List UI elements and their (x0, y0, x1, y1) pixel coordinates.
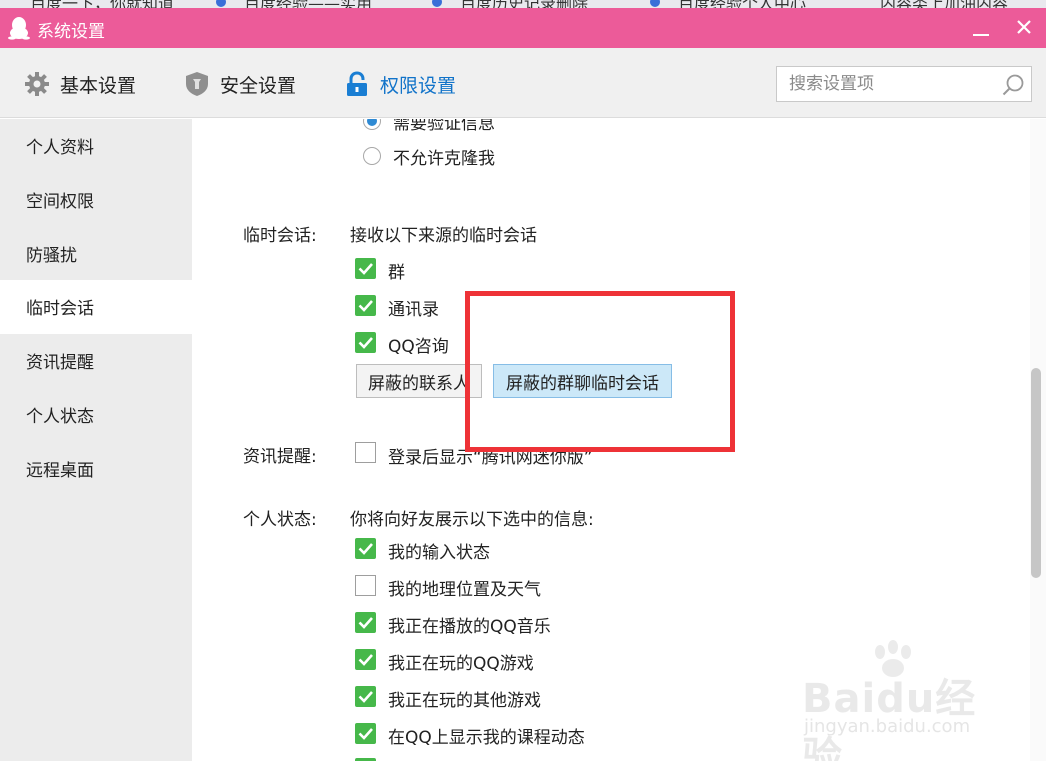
clone-disallow-radio[interactable] (363, 147, 381, 165)
search-input[interactable] (777, 67, 995, 101)
status-location-checkbox[interactable] (355, 575, 376, 596)
baidu-jingyan-watermark: Baidu经验 jingyan.baidu.com (800, 640, 1000, 761)
background-tab: 百度一下，你就知道 (30, 0, 174, 8)
search-icon[interactable] (1001, 73, 1025, 97)
sidebar-item-label: 空间权限 (26, 192, 94, 212)
background-tab-icon (432, 0, 442, 7)
checkmark-icon (358, 263, 373, 275)
temp-chat-contacts-label: 通讯录 (388, 300, 439, 320)
status-qq-game-checkbox[interactable] (355, 649, 376, 670)
sidebar-item-personal-status[interactable]: 个人状态 (0, 388, 192, 442)
temp-chat-section-label: 临时会话: (243, 226, 317, 246)
news-alert-checkbox[interactable] (355, 442, 376, 463)
content-scrollbar-thumb[interactable] (1031, 368, 1041, 578)
sidebar-item-temp-chat[interactable]: 临时会话 (0, 280, 192, 334)
clone-disallow-label: 不允许克隆我 (393, 149, 495, 169)
checkmark-icon (358, 543, 373, 555)
sidebar-item-remote-desktop[interactable]: 远程桌面 (0, 442, 192, 496)
close-button[interactable] (1006, 12, 1042, 44)
status-course-checkbox[interactable] (355, 723, 376, 744)
sidebar-item-label: 防骚扰 (26, 246, 77, 266)
sidebar-item-label: 个人状态 (26, 407, 94, 427)
tab-basic-settings[interactable]: 基本设置 (24, 67, 136, 101)
settings-sidebar: 个人资料 空间权限 防骚扰 临时会话 资讯提醒 个人状态 远程桌面 (0, 119, 192, 761)
sidebar-item-space-permission[interactable]: 空间权限 (0, 173, 192, 227)
checkmark-icon (358, 728, 373, 740)
settings-toolbar: 基本设置 安全设置 权限设置 (0, 48, 1046, 118)
sidebar-item-label: 临时会话 (26, 299, 94, 319)
clone-require-verify-label: 需要验证信息 (393, 119, 495, 134)
checkmark-icon (358, 617, 373, 629)
blocked-contacts-button[interactable]: 屏蔽的联系人 (356, 364, 482, 398)
checkmark-icon (358, 654, 373, 666)
minimize-button[interactable] (962, 12, 998, 44)
status-music-label: 我正在播放的QQ音乐 (388, 617, 551, 637)
watermark-brand: Baidu经验 (802, 676, 977, 761)
temp-chat-group-label: 群 (388, 263, 405, 283)
lock-icon (347, 71, 367, 96)
tab-security-settings[interactable]: 安全设置 (184, 67, 296, 101)
close-icon (1017, 20, 1031, 34)
sidebar-item-news-alert[interactable]: 资讯提醒 (0, 334, 192, 388)
checkmark-icon (358, 691, 373, 703)
background-tab-icon (216, 0, 226, 7)
sidebar-item-profile[interactable]: 个人资料 (0, 119, 192, 173)
qq-penguin-icon (8, 17, 30, 40)
search-box (776, 66, 1032, 102)
temp-chat-description: 接收以下来源的临时会话 (350, 226, 537, 246)
checkmark-icon (358, 337, 373, 349)
shield-icon (186, 72, 208, 96)
news-alert-section-label: 资讯提醒: (243, 447, 317, 467)
tab-security-label: 安全设置 (220, 74, 297, 97)
temp-chat-qq-consult-checkbox[interactable] (355, 332, 376, 353)
sidebar-item-label: 个人资料 (26, 138, 94, 158)
blocked-group-chat-button[interactable]: 屏蔽的群聊临时会话 (493, 364, 672, 398)
tab-basic-label: 基本设置 (60, 74, 137, 97)
status-other-game-label: 我正在玩的其他游戏 (388, 691, 541, 711)
status-music-checkbox[interactable] (355, 612, 376, 633)
background-tab: 百度历史记录删除 (460, 0, 588, 8)
sidebar-item-label: 资讯提醒 (26, 353, 94, 373)
title-bar: 系统设置 (0, 8, 1046, 48)
status-qq-game-label: 我正在玩的QQ游戏 (388, 654, 534, 674)
sidebar-item-label: 远程桌面 (26, 461, 94, 481)
status-typing-checkbox[interactable] (355, 538, 376, 559)
checkmark-icon (358, 300, 373, 312)
tab-permission-label: 权限设置 (380, 74, 457, 97)
background-tab-icon (650, 0, 660, 7)
background-tab: 百度经验——实用 (244, 0, 372, 8)
personal-status-description: 你将向好友展示以下选中的信息: (350, 510, 594, 530)
news-alert-option-label: 登录后显示“腾讯网迷你版” (388, 448, 593, 468)
status-other-game-checkbox[interactable] (355, 686, 376, 707)
temp-chat-contacts-checkbox[interactable] (355, 295, 376, 316)
status-typing-label: 我的输入状态 (388, 543, 490, 563)
background-tab-strip: 百度一下，你就知道 百度经验——实用 百度历史记录删除 百度经验个人中心 内容类… (0, 0, 1046, 8)
background-tab: 内容类上加油内容 (880, 0, 1008, 8)
personal-status-section-label: 个人状态: (243, 510, 317, 530)
temp-chat-qq-consult-label: QQ咨询 (388, 337, 449, 357)
background-tab: 百度经验个人中心 (678, 0, 806, 8)
window-title: 系统设置 (37, 22, 105, 42)
tab-permission-settings[interactable]: 权限设置 (344, 67, 456, 101)
status-location-label: 我的地理位置及天气 (388, 580, 541, 600)
watermark-url: jingyan.baidu.com (804, 716, 971, 737)
sidebar-item-anti-harassment[interactable]: 防骚扰 (0, 227, 192, 281)
clone-require-verify-radio[interactable] (363, 119, 381, 130)
status-course-label: 在QQ上显示我的课程动态 (388, 728, 585, 748)
temp-chat-group-checkbox[interactable] (355, 258, 376, 279)
gear-icon (25, 72, 49, 96)
